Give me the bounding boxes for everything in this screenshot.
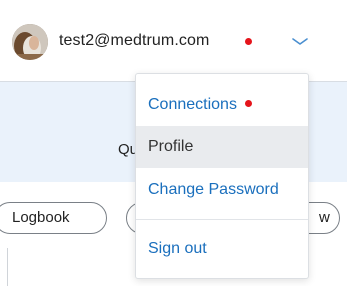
user-dropdown-menu: Connections Profile Change Password Sign…: [135, 73, 309, 279]
menu-item-connections[interactable]: Connections: [136, 84, 308, 126]
avatar-photo-icon: [12, 24, 48, 60]
menu-item-sign-out[interactable]: Sign out: [136, 228, 308, 270]
user-email: test2@medtrum.com: [59, 32, 210, 49]
partial-right-button-label: w: [319, 209, 330, 226]
left-divider: [7, 248, 8, 286]
sign-out-label: Sign out: [148, 240, 207, 257]
profile-label: Profile: [148, 138, 194, 155]
menu-item-profile[interactable]: Profile: [136, 126, 308, 168]
menu-divider: [136, 219, 308, 220]
connections-notification-dot: [245, 100, 253, 107]
connections-label: Connections: [148, 96, 237, 113]
change-password-label: Change Password: [148, 181, 279, 198]
chevron-down-icon[interactable]: [290, 34, 310, 48]
logbook-button-label: Logbook: [12, 209, 70, 226]
top-header: test2@medtrum.com: [0, 0, 347, 82]
logbook-button[interactable]: Logbook: [0, 202, 107, 234]
notification-dot: [245, 38, 252, 45]
user-avatar[interactable]: [12, 24, 48, 60]
menu-item-change-password[interactable]: Change Password: [136, 169, 308, 211]
